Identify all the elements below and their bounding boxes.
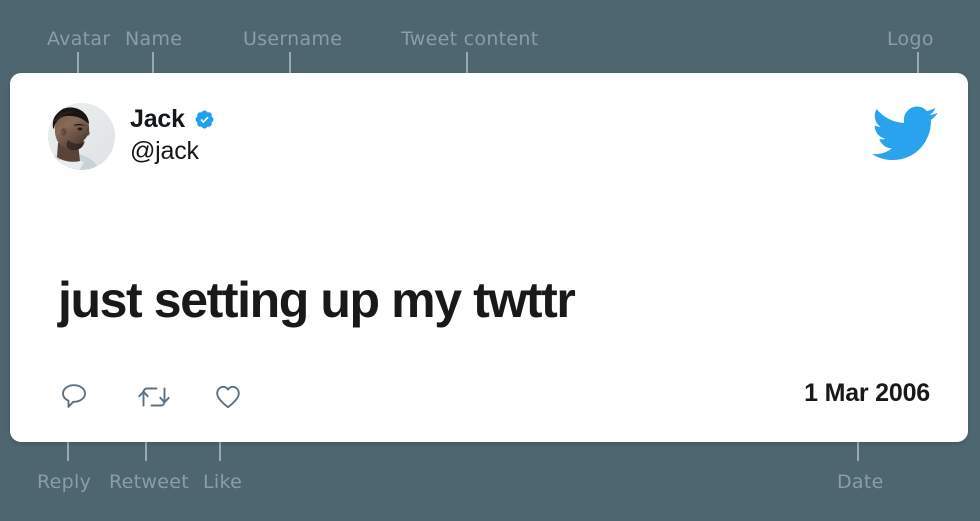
retweet-icon [138,387,170,407]
tweet-actions [58,376,289,418]
annotation-label-retweet: Retweet [109,471,189,493]
reply-icon [62,384,86,408]
tweet-date: 1 Mar 2006 [804,379,930,407]
like-button[interactable] [212,376,289,418]
annotation-label-username: Username [243,28,343,50]
identity-block: Jack @jack [130,103,215,164]
annotation-label-reply: Reply [37,471,92,493]
twitter-bird-logo [872,106,938,161]
annotation-label-date: Date [837,471,884,493]
annotation-label-avatar: Avatar [47,28,111,50]
avatar[interactable] [48,103,115,170]
avatar-photo [48,103,115,170]
reply-button[interactable] [58,376,135,418]
like-heart-icon [216,385,240,409]
user-handle: @jack [130,137,199,165]
annotation-label-name: Name [125,28,183,50]
retweet-button[interactable] [135,376,212,418]
verified-badge-icon [195,110,214,128]
tweet-text: just setting up my twttr [58,271,576,328]
annotation-label-tweet-content: Tweet content [401,28,539,50]
display-name: Jack [130,104,185,133]
annotation-label-logo: Logo [887,28,934,50]
annotation-label-like: Like [203,471,243,493]
tweet-header: Jack @jack [48,103,215,170]
name-row: Jack [130,105,215,133]
tweet-card: Jack @jack just setting up my twttr 1 Ma… [10,73,968,442]
